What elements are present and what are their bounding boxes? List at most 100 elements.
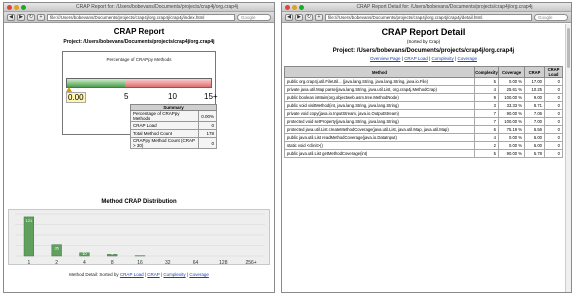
minimize-button[interactable] [14, 5, 19, 10]
table-row: public java.util.List readMethodCoverage… [284, 133, 563, 142]
project-path: Project: /Users/bobevans/Documents/proje… [63, 39, 215, 45]
complexity-cell: 9 [474, 93, 499, 102]
chart-bar-label: 1 [139, 251, 142, 256]
back-button[interactable]: ◀ [285, 13, 293, 21]
chart-bar-label: 35 [54, 246, 59, 251]
method-cell: static void <clinit>() [284, 141, 475, 150]
table-row: static void <clinit>() 2 0.00 % 6.00 0 [284, 141, 563, 150]
chart-tick-label: 8 [111, 260, 114, 266]
link-complexity[interactable]: Complexity [163, 272, 185, 277]
crap-cell: 7.00 [524, 117, 545, 126]
link-coverage[interactable]: Coverage [189, 272, 209, 277]
summary-value: 0 [198, 137, 217, 149]
coverage-cell: 90.00 % [498, 109, 525, 118]
vertical-scrollbar[interactable] [565, 24, 571, 292]
gauge-tick-15: 15+ [204, 92, 218, 101]
link-overview[interactable]: Overview Page [370, 56, 401, 61]
crap-cell: 6.00 [524, 133, 545, 142]
forward-button[interactable]: ▶ [295, 13, 303, 21]
summary-row: Percentage of CRAPpy Methods 0.00% [129, 110, 217, 122]
complexity-cell: 7 [474, 109, 499, 118]
method-cell: public java.util.List readMethodCoverage… [284, 133, 475, 142]
page-title: CRAP Report [113, 27, 165, 36]
coverage-cell: 25.61 % [498, 85, 525, 94]
crap-load-cell: 0 [544, 149, 563, 158]
coverage-cell: 33.33 % [498, 101, 525, 110]
crap-cell: 8.71 [524, 101, 545, 110]
gauge-tick-10: 10 [168, 92, 177, 101]
search-field[interactable]: Google [237, 13, 271, 21]
project-path: Project: /Users/bobevans/Documents/proje… [332, 48, 515, 54]
chart-tick-label: 256+ [245, 260, 256, 266]
window-titlebar[interactable]: CRAP Report for: /Users/bobevans/Documen… [4, 3, 274, 12]
summary-label: CRAPpy Method Count (CRAP > 30) [129, 137, 200, 149]
detail-links: Method Detail: Sorted by CRAP Load | CRA… [69, 272, 209, 277]
crap-cell: 5.78 [524, 149, 545, 158]
table-row: public org.crap4j.util.FileUtil... (java… [284, 77, 563, 86]
coverage-cell: 90.00 % [498, 149, 525, 158]
back-button[interactable]: ◀ [7, 13, 15, 21]
window-controls [7, 5, 26, 10]
window-titlebar[interactable]: CRAP Report Detail for: /Users/bobevans/… [282, 3, 571, 12]
col-method[interactable]: Method [284, 66, 475, 78]
browser-toolbar: ◀ ▶ ↻ + file:///Users/bobevans/Documents… [4, 12, 274, 23]
summary-label: Percentage of CRAPpy Methods [129, 110, 200, 122]
link-crap[interactable]: CRAP [147, 272, 159, 277]
crap-cell: 9.00 [524, 93, 545, 102]
reload-button[interactable]: ↻ [27, 13, 35, 21]
crap-gauge: Percentage of CRAPpy Methods 0.00 5 10 1… [62, 51, 218, 149]
window-title: CRAP Report for: /Users/bobevans/Documen… [76, 4, 238, 10]
coverage-cell: 0.00 % [498, 133, 525, 142]
address-bar[interactable]: file:///Users/bobevans/Documents/project… [325, 13, 532, 21]
reload-button[interactable]: ↻ [305, 13, 313, 21]
table-row: protected void setProperty(java.lang.Str… [284, 117, 563, 126]
summary-label: Total Method Count [129, 129, 200, 138]
close-button[interactable] [7, 5, 12, 10]
chart-tick-label: 4 [83, 260, 86, 266]
crap-load-cell: 0 [544, 133, 563, 142]
crap-load-cell: 0 [544, 109, 563, 118]
link-crap-load[interactable]: CRAP Load [404, 56, 428, 61]
crap-load-cell: 0 [544, 125, 563, 134]
col-coverage[interactable]: Coverage [498, 66, 525, 78]
add-bookmark-button[interactable]: + [315, 13, 323, 21]
window-title: CRAP Report Detail for: /Users/bobevans/… [356, 4, 533, 10]
complexity-cell: 2 [474, 141, 499, 150]
summary-row: Total Method Count 178 [129, 129, 217, 138]
col-crap-load[interactable]: CRAP Load [544, 66, 563, 78]
method-cell: private void copy(java.io.InputStream, j… [284, 109, 475, 118]
close-button[interactable] [285, 5, 290, 10]
crap-load-cell: 0 [544, 93, 563, 102]
link-coverage[interactable]: Coverage [457, 56, 477, 61]
summary-value: 0 [198, 121, 217, 130]
summary-row: CRAP Load 0 [129, 121, 217, 130]
complexity-cell: 5 [474, 77, 499, 86]
search-field[interactable]: Google [534, 13, 568, 21]
method-cell: protected java.util.List createMethodCov… [284, 125, 475, 134]
coverage-cell: 0.00 % [498, 141, 525, 150]
method-cell: private java.util.Map parse(java.lang.St… [284, 85, 475, 94]
zoom-button[interactable] [299, 5, 304, 10]
summary-table: Summary Percentage of CRAPpy Methods 0.00… [129, 104, 217, 149]
col-complexity[interactable]: Complexity [474, 66, 499, 78]
add-bookmark-button[interactable]: + [37, 13, 45, 21]
forward-button[interactable]: ▶ [17, 13, 25, 21]
distribution-title: Method CRAP Distribution [101, 199, 177, 205]
browser-toolbar: ◀ ▶ ↻ + file:///Users/bobevans/Documents… [282, 12, 571, 23]
link-complexity[interactable]: Complexity [432, 56, 454, 61]
complexity-cell: 6 [474, 125, 499, 134]
method-cell: public org.crap4j.util.FileUtil... (java… [284, 77, 475, 86]
gauge-title: Percentage of CRAPpy Methods [106, 57, 172, 62]
address-bar[interactable]: file:///Users/bobevans/Documents/project… [47, 13, 235, 21]
table-row: private java.util.Map parse(java.lang.St… [284, 85, 563, 94]
scrollbar-thumb[interactable] [567, 28, 570, 68]
chart-bar-label: 121 [26, 218, 33, 223]
crap-detail-window: CRAP Report Detail for: /Users/bobevans/… [281, 2, 572, 293]
zoom-button[interactable] [21, 5, 26, 10]
page-content: CRAP Report Detail (Sorted by Crap) Proj… [282, 24, 565, 292]
complexity-cell: 4 [474, 133, 499, 142]
crap-load-cell: 0 [544, 141, 563, 150]
link-crap-load[interactable]: CRAP Load [120, 272, 144, 277]
minimize-button[interactable] [292, 5, 297, 10]
col-crap[interactable]: CRAP [524, 66, 545, 78]
